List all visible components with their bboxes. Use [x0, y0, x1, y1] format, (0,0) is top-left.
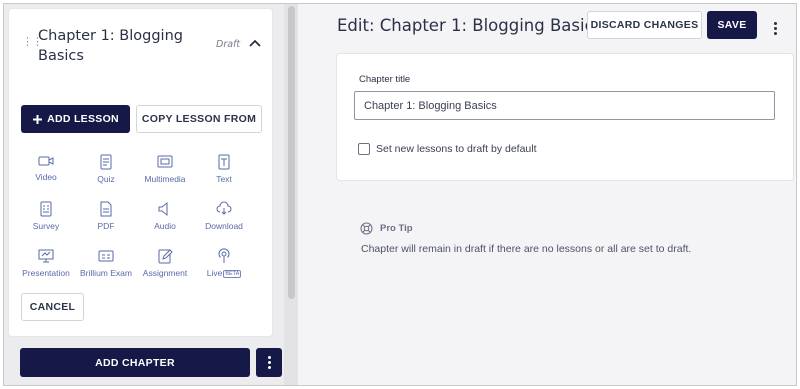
- chapter-title-input[interactable]: [354, 91, 775, 120]
- drag-handle-icon[interactable]: ⋮⋮: [22, 36, 43, 47]
- lesson-type-label: Video: [35, 172, 57, 182]
- lesson-type-label: PDF: [97, 221, 115, 231]
- app-window: ⋮⋮ Chapter 1: Blogging Basics Draft ADD …: [3, 3, 797, 386]
- lesson-type-download[interactable]: Download: [194, 201, 254, 231]
- lesson-type-label: Download: [205, 221, 243, 231]
- lesson-type-label: Presentation: [22, 268, 70, 278]
- lesson-type-label: Quiz: [97, 174, 115, 184]
- draft-default-checkbox[interactable]: [358, 143, 370, 155]
- cancel-label: CANCEL: [29, 301, 76, 313]
- discard-changes-label: DISCARD CHANGES: [590, 19, 699, 31]
- survey-icon: [40, 201, 52, 217]
- draft-default-label[interactable]: Set new lessons to draft by default: [376, 143, 537, 155]
- copy-lesson-label: COPY LESSON FROM: [141, 113, 257, 125]
- chapter-card: ⋮⋮ Chapter 1: Blogging Basics Draft ADD …: [9, 9, 272, 336]
- cancel-button[interactable]: CANCEL: [21, 293, 84, 321]
- more-vertical-icon[interactable]: [767, 17, 783, 39]
- sidebar-footer: ADD CHAPTER: [4, 337, 298, 385]
- live-label: Live: [206, 268, 223, 278]
- lesson-type-survey[interactable]: Survey: [16, 201, 76, 231]
- curriculum-sidebar: ⋮⋮ Chapter 1: Blogging Basics Draft ADD …: [4, 4, 298, 385]
- assignment-icon: [158, 249, 173, 264]
- discard-changes-button[interactable]: DISCARD CHANGES: [587, 11, 702, 39]
- lesson-type-assignment[interactable]: Assignment: [135, 248, 195, 278]
- chapter-status-badge: Draft: [216, 39, 241, 50]
- save-label: SAVE: [717, 19, 747, 31]
- page-title: Edit: Chapter 1: Blogging Basics: [337, 16, 603, 35]
- presentation-icon: [38, 249, 54, 263]
- audio-icon: [158, 201, 168, 217]
- pdf-icon: [100, 201, 112, 217]
- lesson-type-pdf[interactable]: PDF: [76, 201, 136, 231]
- lesson-type-label: Survey: [32, 221, 60, 231]
- lesson-type-label: Multimedia: [144, 174, 186, 184]
- chevron-up-icon[interactable]: [248, 37, 262, 49]
- lesson-type-quiz[interactable]: Quiz: [76, 154, 136, 184]
- lesson-type-label: Assignment: [142, 268, 188, 278]
- pro-tip-text: Chapter will remain in draft if there ar…: [361, 243, 692, 255]
- add-chapter-button[interactable]: ADD CHAPTER: [20, 348, 250, 377]
- lesson-type-brillium-exam[interactable]: Brillium Exam: [76, 248, 136, 278]
- beta-badge: BETA: [223, 270, 242, 278]
- lesson-type-label: Brillium Exam: [80, 268, 132, 278]
- add-lesson-label: ADD LESSON: [47, 113, 119, 125]
- video-icon: [38, 156, 54, 166]
- lifebuoy-icon: [360, 222, 373, 235]
- quiz-icon: [100, 154, 112, 170]
- lesson-type-audio[interactable]: Audio: [135, 201, 195, 231]
- lesson-type-label: Live BETA: [194, 268, 254, 278]
- lesson-type-text[interactable]: Text: [194, 154, 254, 184]
- live-icon: [218, 248, 230, 263]
- lesson-type-label: Text: [216, 174, 232, 184]
- copy-lesson-button[interactable]: COPY LESSON FROM: [136, 105, 262, 133]
- exam-icon: [98, 250, 114, 262]
- text-icon: [218, 154, 230, 170]
- chapter-more-button[interactable]: [256, 348, 282, 377]
- chapter-form: Chapter title Set new lessons to draft b…: [337, 54, 793, 180]
- lesson-type-live[interactable]: Live BETA: [194, 248, 254, 278]
- plus-icon: [33, 114, 43, 124]
- lesson-type-presentation[interactable]: Presentation: [16, 248, 76, 278]
- chapter-title-label: Chapter title: [359, 74, 411, 85]
- more-vertical-icon: [267, 356, 271, 369]
- chapter-name[interactable]: Chapter 1: Blogging Basics: [38, 26, 188, 66]
- lesson-type-video[interactable]: Video: [16, 154, 76, 182]
- multimedia-icon: [157, 155, 173, 168]
- save-button[interactable]: SAVE: [707, 11, 757, 39]
- sidebar-scrollbar-thumb[interactable]: [288, 6, 295, 299]
- lesson-type-multimedia[interactable]: Multimedia: [135, 154, 195, 184]
- lesson-type-label: Audio: [154, 221, 176, 231]
- pro-tip-title: Pro Tip: [380, 223, 413, 234]
- add-chapter-label: ADD CHAPTER: [95, 356, 175, 369]
- download-icon: [216, 201, 232, 215]
- add-lesson-button[interactable]: ADD LESSON: [21, 105, 130, 133]
